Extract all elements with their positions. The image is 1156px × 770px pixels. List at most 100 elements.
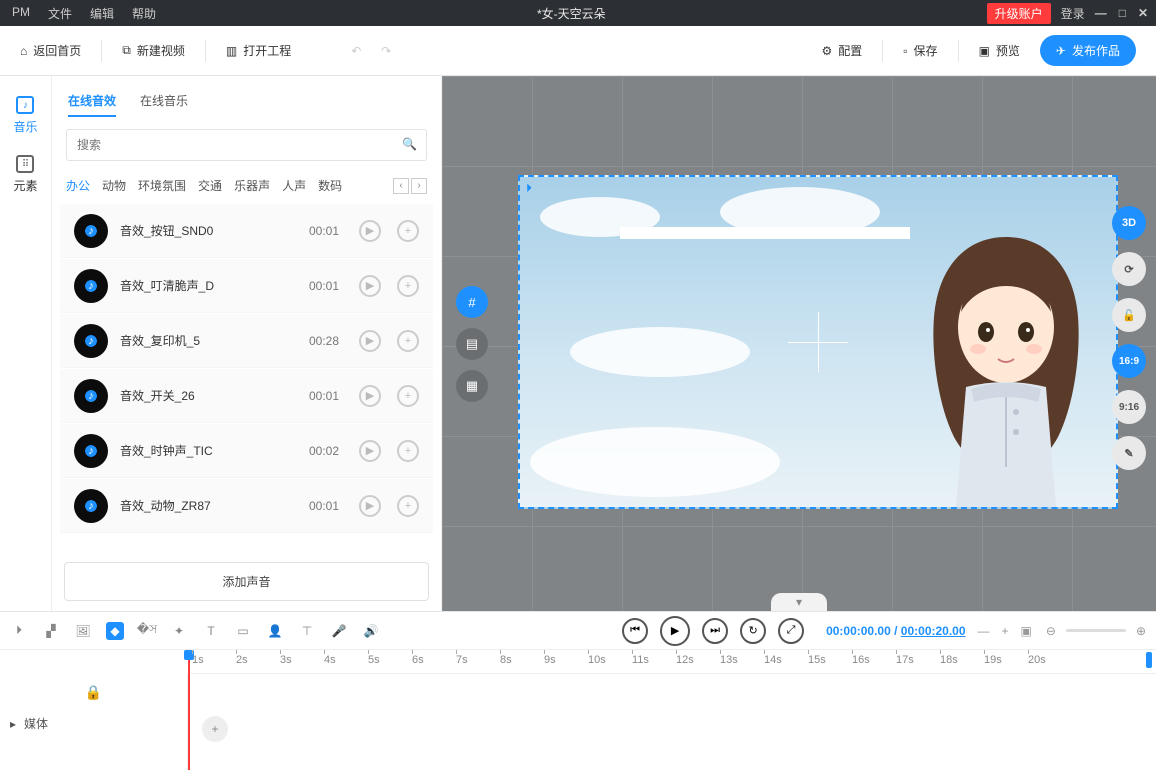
timecode-minus[interactable]: — [978,624,990,638]
tl-sparkle-icon[interactable]: ✦ [170,622,188,640]
cat-instrument[interactable]: 乐器声 [234,177,270,194]
tl-text-icon[interactable]: T [202,622,220,640]
open-project-button[interactable]: ▥打开工程 [226,42,291,59]
send-icon: ✈ [1056,44,1066,58]
collapse-canvas-button[interactable]: ▾ [771,593,827,611]
asset-panel: 在线音效 在线音乐 🔍 办公 动物 环境氛围 交通 乐器声 人声 数码 ‹› 音… [52,76,442,611]
cat-office[interactable]: 办公 [66,177,90,194]
prev-button[interactable]: ⏮ [622,618,648,644]
grid-toggle-button[interactable]: # [456,286,488,318]
track-body[interactable]: + [188,674,1156,770]
play-button[interactable]: ▶ [660,616,690,646]
new-video-button[interactable]: ⧉新建视频 [122,42,185,59]
list-item[interactable]: 音效_动物_ZR8700:01▶+ [60,479,433,533]
cat-traffic[interactable]: 交通 [198,177,222,194]
home-button[interactable]: ⌂返回首页 [20,42,81,59]
maximize-icon[interactable]: □ [1119,6,1126,20]
config-button[interactable]: ⚙配置 [822,42,863,59]
play-icon[interactable]: ▶ [359,495,381,517]
camera-icon: ⏵ [526,181,532,196]
close-icon[interactable]: ✕ [1138,6,1148,20]
tl-mic-icon[interactable]: 🎤 [330,622,348,640]
tl-crop-icon[interactable]: ▞ [42,622,60,640]
publish-button[interactable]: ✈发布作品 [1040,35,1136,66]
list-item[interactable]: 音效_时钟声_TIC00:02▶+ [60,424,433,478]
menu-edit[interactable]: 编辑 [90,5,114,22]
fullscreen-button[interactable]: ⤢ [778,618,804,644]
timeline-ruler[interactable]: 1s2s3s4s5s6s7s8s9s10s11s12s13s14s15s16s1… [188,650,1156,674]
save-button[interactable]: ▫保存 [903,42,937,59]
list-item[interactable]: 音效_按钮_SND000:01▶+ [60,204,433,258]
tab-online-sfx[interactable]: 在线音效 [68,92,116,117]
tab-online-music[interactable]: 在线音乐 [140,92,188,117]
nav-music[interactable]: ♪音乐 [13,96,37,135]
lock-button[interactable]: 🔓 [1112,298,1146,332]
play-icon[interactable]: ▶ [359,330,381,352]
text-placeholder[interactable] [620,227,910,239]
ratio-9-16-button[interactable]: 9:16 [1112,390,1146,424]
canvas[interactable]: # ▤ ▦ ⏵ [442,76,1156,611]
sound-list[interactable]: 音效_按钮_SND000:01▶+ 音效_叮清脆声_D00:01▶+ 音效_复印… [52,204,441,552]
lock-icon[interactable]: 🔒 [85,684,103,701]
ratio-16-9-button[interactable]: 16:9 [1112,344,1146,378]
upgrade-button[interactable]: 升级账户 [987,3,1051,24]
tl-camera-icon[interactable]: ⏵ [10,622,28,640]
timecode-plus[interactable]: + [1002,624,1009,638]
rotate-button[interactable]: ⟳ [1112,252,1146,286]
zoom-out-button[interactable]: ⊖ [1046,624,1056,638]
nav-elements[interactable]: ⠿元素 [13,155,37,194]
center-cross-icon [788,312,848,372]
undo-button[interactable]: ↶ [351,44,361,58]
tl-sound-icon[interactable]: 🔊 [362,622,380,640]
cat-ambient[interactable]: 环境氛围 [138,177,186,194]
list-item[interactable]: 音效_复印机_500:28▶+ [60,314,433,368]
cat-animal[interactable]: 动物 [102,177,126,194]
play-icon[interactable]: ▶ [359,220,381,242]
titlebar: PM 文件 编辑 帮助 *女-天空云朵 升级账户 登录 — □ ✕ [0,0,1156,26]
video-frame[interactable]: ⏵ [518,175,1118,509]
3d-button[interactable]: 3D [1112,206,1146,240]
tl-rect-icon[interactable]: ▭ [234,622,252,640]
add-icon[interactable]: + [397,220,419,242]
add-icon[interactable]: + [397,330,419,352]
minimize-icon[interactable]: — [1095,6,1107,20]
add-icon[interactable]: + [397,440,419,462]
cat-voice[interactable]: 人声 [282,177,306,194]
add-clip-button[interactable]: + [202,716,228,742]
tl-person-icon[interactable]: 👤 [266,622,284,640]
add-icon[interactable]: + [397,495,419,517]
edit-button[interactable]: ✎ [1112,436,1146,470]
template-button[interactable]: ▦ [456,370,488,402]
list-item[interactable]: 音效_开关_2600:01▶+ [60,369,433,423]
tl-voice-icon[interactable]: ⊤ [298,622,316,640]
cat-next[interactable]: › [411,178,427,194]
tl-equalizer-icon[interactable]: �স [138,622,156,640]
cat-prev[interactable]: ‹ [393,178,409,194]
play-icon[interactable]: ▶ [359,275,381,297]
zoom-slider[interactable] [1066,629,1126,632]
add-icon[interactable]: + [397,275,419,297]
cat-digital[interactable]: 数码 [318,177,342,194]
avatar-girl[interactable] [906,217,1106,507]
play-icon[interactable]: ▶ [359,440,381,462]
search-icon[interactable]: 🔍 [402,137,417,151]
preview-button[interactable]: ▣预览 [979,42,1020,59]
login-button[interactable]: 登录 [1061,5,1085,22]
tl-diamond-icon[interactable]: ◆ [106,622,124,640]
fit-button[interactable]: ▣ [1021,624,1032,638]
list-item[interactable]: 音效_叮清脆声_D00:01▶+ [60,259,433,313]
play-icon[interactable]: ▶ [359,385,381,407]
layers-button[interactable]: ▤ [456,328,488,360]
search-input[interactable] [66,129,427,161]
menu-help[interactable]: 帮助 [132,5,156,22]
next-button[interactable]: ⏭ [702,618,728,644]
tl-image-icon[interactable]: 🖼 [74,622,92,640]
timeline-end-marker[interactable] [1146,652,1152,668]
redo-button[interactable]: ↷ [381,44,391,58]
menu-file[interactable]: 文件 [48,5,72,22]
loop-button[interactable]: ↻ [740,618,766,644]
add-sound-button[interactable]: 添加声音 [64,562,429,601]
track-media[interactable]: ▸媒体 [10,715,177,732]
zoom-in-button[interactable]: ⊕ [1136,624,1146,638]
add-icon[interactable]: + [397,385,419,407]
